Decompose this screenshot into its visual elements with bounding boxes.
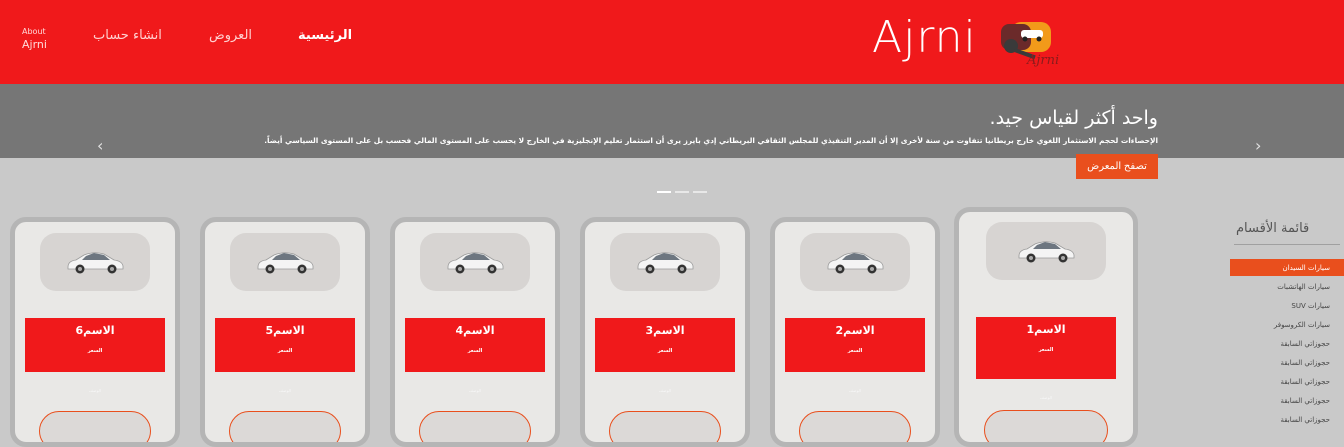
sidebar-item[interactable]: حجوزاتي السابقة xyxy=(1281,397,1331,405)
car-icon xyxy=(447,252,504,274)
card-description: الوصف xyxy=(849,388,861,393)
card-info-box: الاسم6 السعر xyxy=(25,318,165,372)
nav-create-account[interactable]: انشاء حساب xyxy=(93,28,162,43)
card-action-button[interactable] xyxy=(419,411,531,442)
card-action-button[interactable] xyxy=(984,410,1108,442)
nav-home[interactable]: الرئيسية xyxy=(298,28,352,43)
sidebar-item[interactable]: سيارات الهاتشبات xyxy=(1277,283,1330,291)
car-icon xyxy=(637,252,694,274)
card-name: الاسم6 xyxy=(75,324,115,337)
sidebar-item[interactable]: حجوزاتي السابقة xyxy=(1281,378,1331,386)
card-info-box: الاسم1 السعر xyxy=(976,317,1116,379)
slider-indicators xyxy=(657,191,707,193)
product-card[interactable]: الاسم6 السعر الوصف xyxy=(10,217,180,447)
hero-description: الإحصاءات لحجم الاستثمار اللغوي خارج بري… xyxy=(264,136,1158,145)
card-info-box: الاسم5 السعر xyxy=(215,318,355,372)
card-price: السعر xyxy=(277,348,293,354)
slider-indicator[interactable] xyxy=(657,191,671,193)
card-price: السعر xyxy=(847,348,863,354)
card-info-box: الاسم2 السعر xyxy=(785,318,925,372)
card-name: الاسم3 xyxy=(645,324,685,337)
product-card[interactable]: الاسم4 السعر الوصف xyxy=(390,217,560,447)
card-name: الاسم2 xyxy=(835,324,875,337)
card-description: الوصف xyxy=(1040,395,1052,400)
car-image xyxy=(40,233,150,291)
car-image xyxy=(800,233,910,291)
card-price: السعر xyxy=(87,348,103,354)
card-description: الوصف xyxy=(279,388,291,393)
card-action-button[interactable] xyxy=(229,411,341,442)
browse-gallery-button[interactable]: تصفح المعرض xyxy=(1076,154,1158,179)
logo-text: Ajrni xyxy=(1026,53,1059,68)
card-action-button[interactable] xyxy=(39,411,151,442)
card-price: السعر xyxy=(1038,347,1054,353)
card-price: السعر xyxy=(657,348,673,354)
chevron-left-icon[interactable]: ‹ xyxy=(97,136,103,155)
card-description: الوصف xyxy=(659,388,671,393)
card-name: الاسم1 xyxy=(1026,323,1066,336)
sidebar-item[interactable]: حجوزاتي السابقة xyxy=(1281,359,1331,367)
car-icon xyxy=(827,252,884,274)
chevron-right-icon[interactable]: › xyxy=(1255,136,1261,155)
card-action-button[interactable] xyxy=(609,411,721,442)
sidebar-item[interactable]: سيارات SUV xyxy=(1291,302,1330,310)
top-navbar xyxy=(0,0,1344,84)
sidebar-title: قائمة الأقسام xyxy=(1236,221,1310,236)
about-label: About xyxy=(22,27,46,36)
product-card[interactable]: الاسم5 السعر الوصف xyxy=(200,217,370,447)
about-link[interactable]: About Ajrni xyxy=(22,27,47,51)
product-card[interactable]: الاسم2 السعر الوصف xyxy=(770,217,940,447)
card-action-button[interactable] xyxy=(799,411,911,442)
brand-name[interactable]: Ajrni xyxy=(872,12,977,63)
logo-icon[interactable]: Ajrni xyxy=(997,18,1061,70)
slider-indicator[interactable] xyxy=(675,191,689,193)
sidebar-item[interactable]: سيارات الكروسوفر xyxy=(1274,321,1330,329)
card-name: الاسم5 xyxy=(265,324,305,337)
product-card[interactable]: الاسم1 السعر الوصف xyxy=(954,207,1138,447)
car-icon xyxy=(67,252,124,274)
sidebar-item[interactable]: حجوزاتي السابقة xyxy=(1281,416,1331,424)
about-brand: Ajrni xyxy=(22,38,47,51)
car-image xyxy=(420,233,530,291)
car-icon xyxy=(1018,241,1075,263)
slider-indicator[interactable] xyxy=(693,191,707,193)
car-image xyxy=(610,233,720,291)
product-card[interactable]: الاسم3 السعر الوصف xyxy=(580,217,750,447)
card-name: الاسم4 xyxy=(455,324,495,337)
card-description: الوصف xyxy=(469,388,481,393)
hero-title: واحد أكثر لقياس جيد. xyxy=(989,107,1158,129)
card-info-box: الاسم3 السعر xyxy=(595,318,735,372)
card-price: السعر xyxy=(467,348,483,354)
nav-offers[interactable]: العروض xyxy=(209,28,252,43)
card-description: الوصف xyxy=(89,388,101,393)
card-info-box: الاسم4 السعر xyxy=(405,318,545,372)
car-image xyxy=(230,233,340,291)
sidebar-item[interactable]: سيارات السيدان xyxy=(1283,264,1330,272)
car-icon xyxy=(257,252,314,274)
car-image xyxy=(986,222,1106,280)
sidebar-item[interactable]: حجوزاتي السابقة xyxy=(1281,340,1331,348)
sidebar-divider xyxy=(1234,244,1340,245)
